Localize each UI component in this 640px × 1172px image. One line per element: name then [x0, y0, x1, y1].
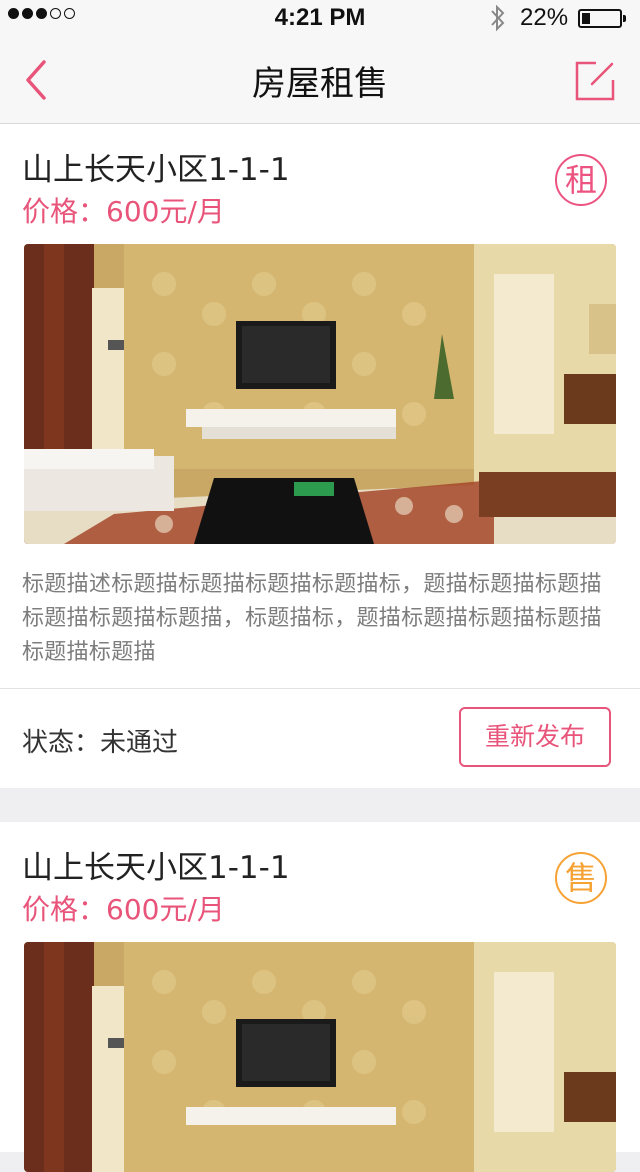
divider [0, 688, 640, 689]
listing-photo[interactable] [24, 942, 616, 1172]
bluetooth-icon [488, 4, 508, 39]
listing-status: 状态：未通过 [22, 728, 179, 758]
listing-description: 标题描述标题描标题描标题描标题描标，题描标题描标题描标题描标题描标题描，标题描标… [22, 572, 602, 665]
navigation-bar: 房屋租售 [0, 36, 640, 124]
page-title: 房屋租售 [252, 64, 388, 104]
listing-name: 山上长天小区1-1-1 [22, 850, 290, 886]
republish-button[interactable]: 重新发布 [459, 707, 611, 767]
listing-card[interactable]: 山上长天小区1-1-1 价格：600元/月 租 标题描述标题描标题描标题描标题描… [0, 124, 640, 788]
listing-photo[interactable] [24, 244, 616, 544]
listing-price: 价格：600元/月 [22, 893, 225, 926]
sale-badge: 售 [555, 852, 607, 904]
listing-name: 山上长天小区1-1-1 [22, 152, 290, 188]
edit-icon [575, 61, 615, 101]
listing-card[interactable]: 山上长天小区1-1-1 价格：600元/月 售 [0, 822, 640, 1172]
rent-badge: 租 [555, 154, 607, 206]
battery-percent: 22% [520, 4, 569, 31]
battery-icon [578, 9, 626, 28]
status-bar: 4:21 PM 22% [0, 0, 640, 36]
listing-price: 价格：600元/月 [22, 195, 225, 228]
edit-button[interactable] [574, 60, 616, 102]
